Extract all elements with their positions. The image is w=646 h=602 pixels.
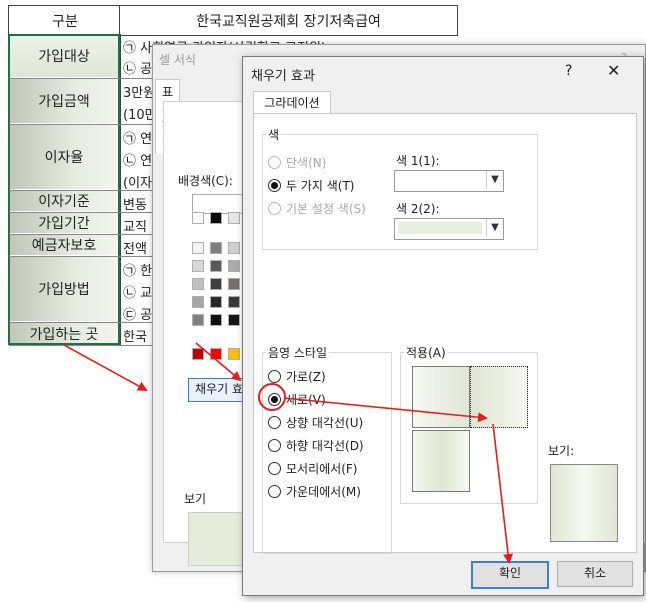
palette-swatch[interactable] <box>228 314 240 326</box>
color1-label: 색 1(1): <box>396 154 440 168</box>
header-title[interactable]: 한국교직원공제회 장기저축급여 <box>119 5 458 36</box>
color2-combo[interactable]: ▼ <box>394 218 504 240</box>
palette-swatch[interactable] <box>228 242 240 254</box>
color2-label: 색 2(2): <box>396 202 440 216</box>
palette-swatch[interactable] <box>228 348 240 360</box>
colors-group-title: 색 <box>266 126 282 143</box>
cell-text: ㉢ 공 <box>123 308 153 323</box>
gradient-pane: 색 단색(N) 두 가지 색(T) 기본 설정 색(S) 색 1(1): ▼ 색… <box>253 113 637 554</box>
help-button[interactable]: ? <box>565 63 572 79</box>
palette-swatch[interactable] <box>210 348 222 360</box>
palette-swatch[interactable] <box>228 260 240 272</box>
cell-text: ㉠ 연 <box>123 132 153 147</box>
palette-swatch[interactable] <box>210 296 222 308</box>
radio-diagonal-up[interactable]: 상향 대각선(U) <box>268 414 363 431</box>
radio-two-colors[interactable]: 두 가지 색(T) <box>268 177 354 194</box>
palette-swatch[interactable] <box>192 296 204 308</box>
close-icon[interactable]: ✕ <box>607 61 620 80</box>
radio-circle-icon <box>268 462 281 475</box>
palette-swatch[interactable] <box>192 242 204 254</box>
radio-circle-icon <box>268 485 281 498</box>
cell-text: 3만원 <box>123 86 156 101</box>
cell-text: (이자 <box>123 176 152 191</box>
preview-label: 보기: <box>548 444 575 458</box>
variant-2-selected[interactable] <box>470 366 528 428</box>
radio-from-center[interactable]: 가운데에서(M) <box>268 483 361 500</box>
radio-circle-icon <box>268 370 281 383</box>
format-preview-label: 보기 <box>184 492 207 506</box>
radio-selected-icon <box>268 179 281 192</box>
cancel-button[interactable]: 취소 <box>557 561 633 587</box>
cell-text: ㉡ 공 <box>123 62 153 77</box>
palette-swatch[interactable] <box>210 278 222 290</box>
radio-label: 모서리에서(F) <box>286 462 358 476</box>
cell-text: ㉠ 한 <box>123 264 153 279</box>
arrow-to-format-dialog <box>63 344 148 391</box>
radio-selected-icon <box>268 393 281 406</box>
palette-swatch[interactable] <box>228 296 240 308</box>
radio-vertical[interactable]: 세로(V) <box>268 391 326 408</box>
radio-label: 단색(N) <box>286 156 327 170</box>
radio-label: 상향 대각선(U) <box>286 416 364 430</box>
ok-button[interactable]: 확인 <box>471 561 549 589</box>
radio-label: 세로(V) <box>286 393 326 407</box>
radio-diagonal-down[interactable]: 하향 대각선(D) <box>268 437 364 454</box>
chevron-down-icon: ▼ <box>486 219 503 237</box>
palette-swatch[interactable] <box>210 260 222 272</box>
radio-circle-icon <box>268 439 281 452</box>
cell-text: 변동 <box>123 198 147 213</box>
variant-3[interactable] <box>412 430 470 492</box>
background-color-label: 배경색(C): <box>178 174 233 188</box>
palette-swatch[interactable] <box>210 314 222 326</box>
header-title-text: 한국교직원공제회 장기저축급여 <box>196 13 381 30</box>
fill-dialog-title: 채우기 효과 <box>251 69 315 84</box>
preview-box <box>550 464 618 542</box>
radio-preset[interactable]: 기본 설정 색(S) <box>268 200 366 217</box>
cell-text: 교직 <box>123 220 147 235</box>
radio-label: 가로(Z) <box>286 370 326 384</box>
cell-text: 한국 <box>123 330 147 345</box>
color2-swatch <box>398 222 482 234</box>
palette-swatch[interactable] <box>228 212 240 224</box>
chevron-down-icon: ▼ <box>486 171 503 189</box>
format-dialog-title: 셀 서식 <box>159 53 196 67</box>
palette-swatch[interactable] <box>192 314 204 326</box>
radio-circle-icon <box>268 156 281 169</box>
palette-swatch[interactable] <box>210 242 222 254</box>
palette-swatch[interactable] <box>192 278 204 290</box>
palette-swatch[interactable] <box>192 260 204 272</box>
palette-swatch[interactable] <box>228 278 240 290</box>
palette-swatch[interactable] <box>192 348 204 360</box>
cell-text: 전액 <box>123 242 147 257</box>
cell-text: ㉡ 교 <box>123 286 153 301</box>
variant-1[interactable] <box>412 366 470 428</box>
radio-circle-icon <box>268 202 281 215</box>
radio-label: 하향 대각선(D) <box>286 439 364 453</box>
shading-style-title: 음영 스타일 <box>266 344 330 361</box>
radio-label: 기본 설정 색(S) <box>286 202 366 216</box>
header-category[interactable]: 구분 <box>8 5 122 36</box>
cell-text: ㉡ 연 <box>123 154 153 169</box>
radio-label: 가운데에서(M) <box>286 485 361 499</box>
fill-effects-dialog: 채우기 효과 ? ✕ 그라데이션 색 단색(N) 두 가지 색(T) 기본 설정… <box>242 56 644 596</box>
palette-swatch[interactable] <box>210 212 222 224</box>
radio-label: 두 가지 색(T) <box>286 179 355 193</box>
radio-circle-icon <box>268 416 281 429</box>
variants-title: 적용(A) <box>404 344 448 361</box>
tab-gradient[interactable]: 그라데이션 <box>253 91 331 114</box>
header-category-text: 구분 <box>52 13 78 30</box>
radio-from-corner[interactable]: 모서리에서(F) <box>268 460 357 477</box>
radio-one-color[interactable]: 단색(N) <box>268 154 326 171</box>
palette-swatch[interactable] <box>192 212 204 224</box>
color1-combo[interactable]: ▼ <box>394 170 504 192</box>
radio-horizontal[interactable]: 가로(Z) <box>268 368 326 385</box>
